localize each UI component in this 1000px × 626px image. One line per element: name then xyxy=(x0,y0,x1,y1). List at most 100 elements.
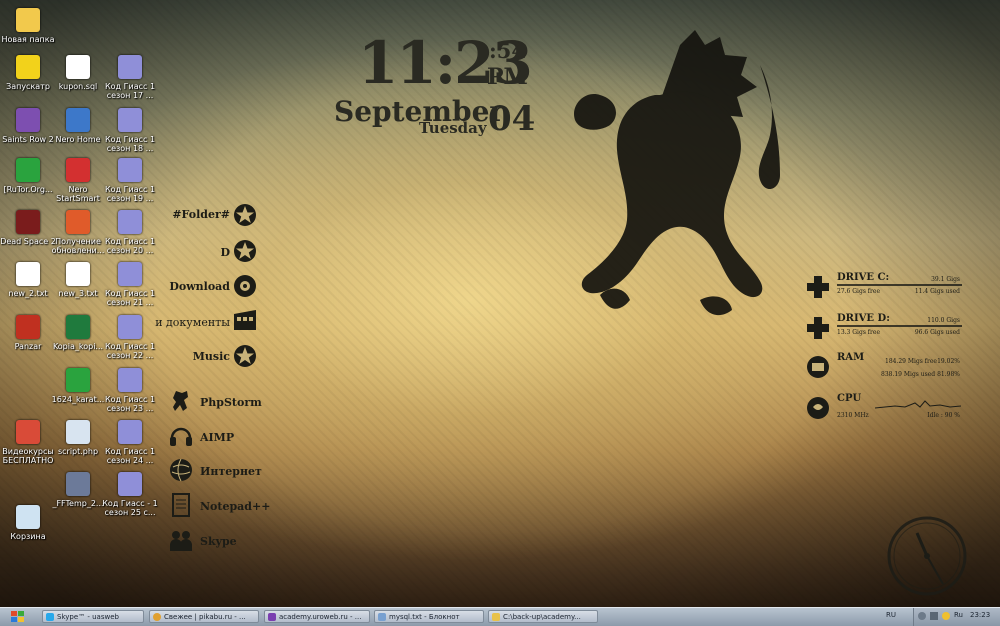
desktop-icon-label: 1624_karat... xyxy=(51,395,105,404)
video-file-icon xyxy=(118,368,142,392)
desktop-icon[interactable]: Получение обновлени... xyxy=(50,210,106,255)
taskbar-item-explorer[interactable]: C:\back-up\academy... xyxy=(488,610,598,623)
desktop-icon[interactable]: _FFTemp_2... xyxy=(50,472,106,508)
desktop-icon[interactable]: Запускатр xyxy=(0,55,56,91)
drive-c-bar xyxy=(837,284,962,286)
launcher-label: AIMP xyxy=(200,431,235,444)
taskbar-item-skype[interactable]: Skype™ - uasweb xyxy=(42,610,144,623)
launcher-label: Skype xyxy=(200,535,237,548)
desktop-icon-label: Saints Row 2 xyxy=(2,135,54,144)
video-file-icon xyxy=(118,315,142,339)
folder-shortcut-folder[interactable]: #Folder# xyxy=(172,208,230,221)
taskbar-item-label: Skype™ - uasweb xyxy=(57,613,119,621)
desktop-icon[interactable]: new_2.txt xyxy=(0,262,56,298)
desktop-icon[interactable]: Код Гиасс 1 сезон 24 ... xyxy=(102,420,158,465)
desktop-icon[interactable]: script.php xyxy=(50,420,106,456)
desktop-icon[interactable]: Panzar xyxy=(0,315,56,351)
analog-clock-icon xyxy=(887,516,967,596)
plus-icon xyxy=(807,317,829,339)
avi-file-icon xyxy=(66,472,90,496)
nero-icon xyxy=(66,158,90,182)
desktop-icon[interactable]: 1624_karat... xyxy=(50,368,106,404)
desktop-icon-label: Корзина xyxy=(10,532,46,541)
language-indicator[interactable]: RU xyxy=(886,611,896,619)
video-file-icon xyxy=(118,420,142,444)
taskbar-item-phpstorm[interactable]: academy.uroweb.ru - ... xyxy=(264,610,370,623)
nero-home-icon xyxy=(66,108,90,132)
drive-c-total: 39.1 Gigs xyxy=(931,276,960,283)
desktop-icon-label: Kopia_kopi... xyxy=(52,342,104,351)
desktop-icon-label: new_2.txt xyxy=(8,289,48,298)
folder-shortcut-music[interactable]: Music xyxy=(193,350,230,363)
desktop-icon-label: Новая папка xyxy=(1,35,55,44)
folder-icon xyxy=(16,8,40,32)
desktop-icon[interactable]: Код Гиасс - 1 сезон 25 с... xyxy=(102,472,158,517)
desktop-icon[interactable]: [RuTor.Org... xyxy=(0,158,56,194)
ram-used-pct: 81.98% xyxy=(937,371,960,378)
drive-d-free: 13.3 Gigs free xyxy=(837,329,880,336)
taskbar-item-label: mysql.txt - Блокнот xyxy=(389,613,460,621)
tray-language[interactable]: Ru xyxy=(954,611,963,619)
desktop-icon[interactable]: kupon.sql xyxy=(50,55,106,91)
video-file-icon xyxy=(118,472,142,496)
desktop-icon[interactable]: Корзина xyxy=(0,505,56,541)
clock-weekday: Tuesday xyxy=(419,119,487,137)
clock-seconds: :54 xyxy=(489,38,526,63)
desktop-icon[interactable]: Код Гиасс 1 сезон 19 ... xyxy=(102,158,158,203)
desktop-icon[interactable]: Новая папка xyxy=(0,8,56,44)
headphones-icon xyxy=(170,427,192,446)
folder-shortcut-download[interactable]: Download xyxy=(169,280,230,293)
film-icon xyxy=(234,310,256,330)
desktop-icon-label: _FFTemp_2... xyxy=(52,499,104,508)
folder-shortcuts: #Folder# D Download и документы Music xyxy=(140,200,260,380)
launcher-label: Интернет xyxy=(200,465,262,478)
tray-skype-icon[interactable] xyxy=(942,612,950,620)
tray-arrow-icon[interactable] xyxy=(918,612,926,620)
desktop-icon[interactable]: Saints Row 2 xyxy=(0,108,56,144)
video-file-icon xyxy=(118,158,142,182)
drive-d-name: DRIVE D: xyxy=(837,313,890,324)
video-file-icon xyxy=(118,108,142,132)
folder-shortcut-label: и документы xyxy=(155,316,230,329)
taskbar-item-notepad[interactable]: mysql.txt - Блокнот xyxy=(374,610,484,623)
desktop-icon-label: Код Гиасс 1 сезон 17 ... xyxy=(104,82,156,100)
ram-free-pct: 19.02% xyxy=(937,358,960,365)
cpu-idle: Idle : 90 % xyxy=(927,412,960,419)
folder-shortcut-label: Download xyxy=(169,280,230,293)
desktop-icon[interactable]: Dead Space 2 xyxy=(0,210,56,246)
drive-c-free: 27.6 Gigs free xyxy=(837,288,880,295)
phpstorm-icon xyxy=(268,613,276,621)
text-file-icon xyxy=(16,262,40,286)
taskbar-item-browser[interactable]: Свежее | pikabu.ru - ... xyxy=(149,610,259,623)
start-button[interactable] xyxy=(2,609,32,624)
video-file-icon xyxy=(118,262,142,286)
desktop-icon-label: new_3.txt xyxy=(58,289,98,298)
star-seal-icon xyxy=(234,240,256,262)
cpu-monitor: CPU 2310 MHz Idle : 90 % xyxy=(805,393,961,423)
desktop-icon[interactable]: Код Гиасс 1 сезон 18 ... xyxy=(102,108,158,153)
desktop-icon-label: Nero StartSmart xyxy=(56,185,100,203)
desktop-icon[interactable]: Код Гиасс 1 сезон 17 ... xyxy=(102,55,158,100)
desktop-icon[interactable]: Видеокурсы БЕСПЛАТНО xyxy=(0,420,56,465)
taskbar-item-label: Свежее | pikabu.ru - ... xyxy=(164,613,246,621)
saints-row-icon xyxy=(16,108,40,132)
desktop-icon-label: kupon.sql xyxy=(58,82,98,91)
folder-shortcut-label: Music xyxy=(192,350,230,363)
cpu-name: CPU xyxy=(837,393,862,404)
desktop-icon-label: Код Гиасс - 1 сезон 25 с... xyxy=(102,499,158,517)
skype-icon xyxy=(46,613,54,621)
drive-d-monitor: DRIVE D: 110.0 Gigs 13.3 Gigs free 96.6 … xyxy=(805,313,962,343)
folder-shortcut-label: D xyxy=(220,246,230,259)
video-file-icon xyxy=(118,210,142,234)
desktop-icon[interactable]: new_3.txt xyxy=(50,262,106,298)
folder-shortcut-documents[interactable]: и документы xyxy=(155,316,230,329)
globe-icon xyxy=(170,458,192,482)
desktop-icon[interactable]: Kopia_kopi... xyxy=(50,315,106,351)
folder-shortcut-d[interactable]: D xyxy=(220,246,230,259)
clock-ampm: PM xyxy=(487,64,528,90)
tray-network-icon[interactable] xyxy=(930,612,938,620)
desktop-icon[interactable]: Nero Home xyxy=(50,108,106,144)
lion-emblem xyxy=(574,30,780,316)
desktop-icon[interactable]: Nero StartSmart xyxy=(50,158,106,203)
tray-clock[interactable]: 23:23 xyxy=(970,611,990,619)
